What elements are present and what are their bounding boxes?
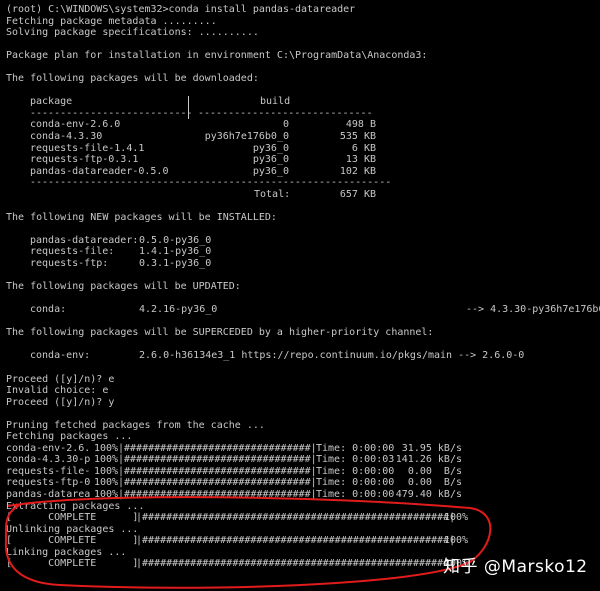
total-label: Total: bbox=[254, 188, 291, 200]
fetching-metadata-line: Fetching package metadata ......... bbox=[6, 15, 217, 27]
new-packages-line: The following NEW packages will be INSTA… bbox=[6, 211, 277, 223]
download-progress-row: conda-4.3.30-p 100% |###################… bbox=[6, 454, 462, 466]
list-item: pandas-datareader: 0.5.0-py36_0 bbox=[30, 234, 212, 246]
unlinking-line: Unlinking packages ... bbox=[6, 523, 139, 535]
watermark: 知乎 @Marsko12 bbox=[443, 557, 588, 577]
list-item: conda-env: 2.6.0-h36134e3_1 https://repo… bbox=[30, 350, 525, 362]
download-progress-row: conda-env-2.6. 100% |###################… bbox=[6, 442, 462, 454]
list-item: requests-file: 1.4.1-py36_0 bbox=[30, 246, 212, 258]
table-row: conda-env-2.6.0 0 498 B bbox=[30, 119, 376, 131]
list-item: requests-ftp: 0.3.1-py36_0 bbox=[30, 258, 212, 270]
table-row: requests-ftp-0.3.1 py36_0 13 KB bbox=[30, 154, 376, 166]
download-table-header: package build bbox=[6, 96, 600, 108]
header-build: build bbox=[260, 96, 291, 108]
superceded-packages-line: The following packages will be SUPERCEDE… bbox=[6, 327, 434, 339]
proceed-prompt-line: Proceed ([y]/n)? y bbox=[6, 396, 115, 408]
download-table: package build --------------------------… bbox=[6, 96, 600, 200]
pruning-line: Pruning fetched packages from the cache … bbox=[6, 419, 265, 431]
extracting-line: Extracting packages ... bbox=[6, 500, 145, 512]
extract-progress-row: [ COMPLETE ] |##########################… bbox=[6, 512, 469, 524]
list-item: conda: 4.2.16-py36_0 --> 4.3.30-py36h7e1… bbox=[30, 304, 600, 316]
updated-packages-line: The following packages will be UPDATED: bbox=[6, 281, 241, 293]
table-separator bbox=[188, 96, 189, 108]
unlink-progress-row: [ COMPLETE ] |##########################… bbox=[6, 535, 469, 547]
download-progress-row: requests-ftp-0 100% |###################… bbox=[6, 477, 462, 489]
will-download-line: The following packages will be downloade… bbox=[6, 73, 259, 85]
console-window[interactable]: (root) C:\WINDOWS\system32>conda install… bbox=[0, 0, 600, 591]
proceed-prompt-line: Proceed ([y]/n)? e bbox=[6, 373, 115, 385]
download-total-row: Total: 657 KB bbox=[6, 189, 600, 201]
header-package: package bbox=[30, 96, 73, 108]
fetching-packages-line: Fetching packages ... bbox=[6, 431, 133, 443]
package-plan-line: Package plan for installation in environ… bbox=[6, 50, 428, 62]
download-progress-row: requests-file- 100% |###################… bbox=[6, 465, 462, 477]
download-table-rule: --------------------------- ------------… bbox=[30, 107, 373, 120]
command-prompt-line: (root) C:\WINDOWS\system32>conda install… bbox=[6, 4, 356, 15]
total-value: 657 KB bbox=[339, 188, 376, 200]
table-row: conda-4.3.30 py36h7e176b0_0 535 KB bbox=[30, 131, 376, 143]
table-row: requests-file-1.4.1 py36_0 6 KB bbox=[30, 142, 376, 154]
invalid-choice-line: Invalid choice: e bbox=[6, 385, 109, 397]
download-progress-row: pandas-datarea 100% |###################… bbox=[6, 488, 462, 500]
table-row: pandas-datareader-0.5.0 py36_0 102 KB bbox=[30, 165, 376, 177]
download-table-footer-rule: ----------------------------------------… bbox=[30, 177, 392, 189]
solving-line: Solving package specifications: ........… bbox=[6, 27, 259, 39]
